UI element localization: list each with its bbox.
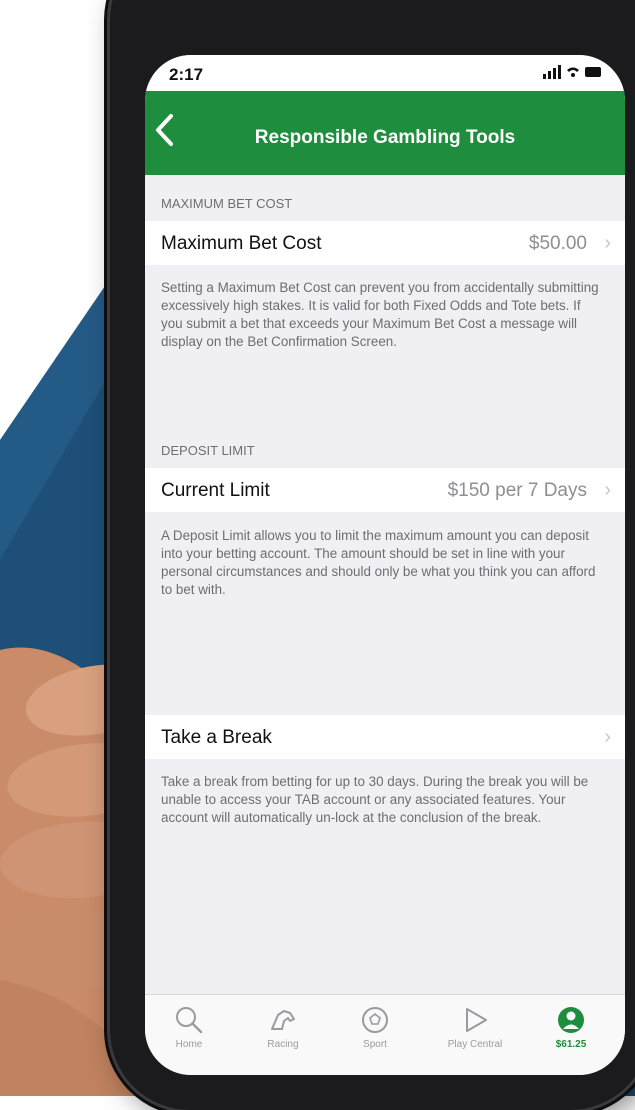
tab-account-label: $61.25: [555, 1039, 587, 1050]
tab-account[interactable]: $61.25: [531, 1005, 611, 1050]
tab-play-central[interactable]: Play Central: [435, 1005, 515, 1050]
chevron-right-icon: ›: [604, 726, 611, 748]
tab-racing-label: Racing: [267, 1039, 299, 1050]
deposit-note: A Deposit Limit allows you to limit the …: [161, 528, 596, 597]
chevron-right-icon: ›: [604, 479, 611, 501]
current-limit-label: Current Limit: [161, 480, 270, 501]
take-a-break-row[interactable]: Take a Break ›: [145, 715, 625, 759]
status-bar: 2:17: [145, 55, 625, 91]
tab-play-central-label: Play Central: [447, 1039, 503, 1050]
phone-screen: 2:17 Responsible Gambling Tools MAXIMUM …: [145, 55, 625, 1075]
max-bet-value: $50.00: [528, 233, 587, 254]
status-time: 2:17: [169, 65, 204, 84]
tab-racing[interactable]: Racing: [243, 1005, 323, 1050]
max-bet-label: Maximum Bet Cost: [161, 233, 322, 254]
max-bet-row[interactable]: Maximum Bet Cost $50.00 ›: [145, 221, 625, 265]
search-icon: [176, 1007, 203, 1034]
navigation-bar: Responsible Gambling Tools: [145, 91, 625, 175]
page-title: Responsible Gambling Tools: [254, 127, 516, 148]
current-limit-row[interactable]: Current Limit $150 per 7 Days ›: [145, 468, 625, 512]
status-icons: [543, 65, 603, 82]
tab-bar: Home Racing Sport Play Central $61.25: [145, 994, 625, 1075]
signal-wifi-battery-icon: [543, 65, 601, 79]
section-header-max-bet: MAXIMUM BET COST: [161, 196, 293, 211]
take-a-break-label: Take a Break: [161, 727, 272, 748]
current-limit-value: $150 per 7 Days: [447, 480, 587, 501]
max-bet-note: Setting a Maximum Bet Cost can prevent y…: [161, 280, 599, 349]
tab-home[interactable]: Home: [149, 1005, 229, 1050]
take-a-break-note: Take a break from betting for up to 30 d…: [161, 774, 589, 825]
tab-sport[interactable]: Sport: [335, 1005, 415, 1050]
tab-home-label: Home: [175, 1039, 203, 1050]
tab-sport-label: Sport: [363, 1039, 387, 1050]
section-header-deposit: DEPOSIT LIMIT: [161, 443, 255, 458]
play-icon: [466, 1008, 487, 1032]
horse-icon: [271, 1010, 295, 1030]
chevron-right-icon: ›: [604, 232, 611, 254]
account-icon: [558, 1007, 584, 1033]
ball-icon: [362, 1007, 388, 1033]
